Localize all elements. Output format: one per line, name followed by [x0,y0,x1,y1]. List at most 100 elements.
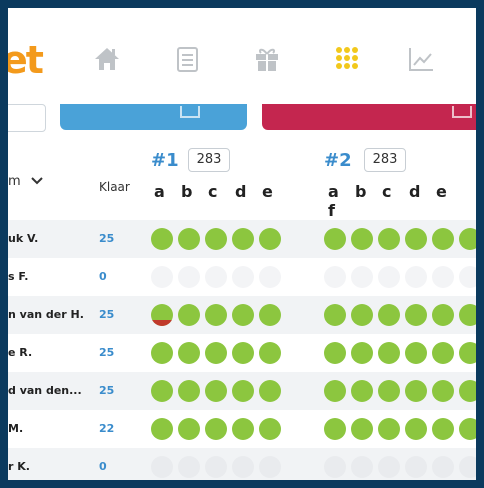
progress-dot[interactable] [459,380,476,402]
progress-dot[interactable] [259,418,281,440]
progress-dot[interactable] [178,418,200,440]
progress-dot[interactable] [205,266,227,288]
progress-dot[interactable] [405,342,427,364]
progress-dot[interactable] [432,380,454,402]
progress-dot[interactable] [259,228,281,250]
progress-dot[interactable] [432,228,454,250]
progress-dot[interactable] [432,418,454,440]
progress-dot[interactable] [151,266,173,288]
progress-dot[interactable] [232,456,254,478]
progress-dot[interactable] [324,418,346,440]
progress-dot[interactable] [151,456,173,478]
progress-dot[interactable] [324,304,346,326]
progress-dot[interactable] [324,380,346,402]
progress-dot[interactable] [324,266,346,288]
table-row[interactable]: n van der H. 25 [8,296,476,334]
progress-dot[interactable] [232,342,254,364]
progress-dot[interactable] [459,228,476,250]
progress-dot[interactable] [432,342,454,364]
progress-dot[interactable] [151,418,173,440]
group-2-letters: a b c d e f [328,182,476,220]
progress-dot[interactable] [378,304,400,326]
progress-dot[interactable] [378,266,400,288]
progress-dot[interactable] [232,266,254,288]
progress-dot[interactable] [178,266,200,288]
progress-dot[interactable] [151,304,173,326]
progress-dot[interactable] [151,228,173,250]
progress-dot[interactable] [232,304,254,326]
progress-dot[interactable] [405,228,427,250]
progress-dot[interactable] [351,418,373,440]
list-icon[interactable] [172,44,202,74]
progress-dot[interactable] [351,380,373,402]
progress-dot[interactable] [351,456,373,478]
home-icon[interactable] [92,44,122,74]
progress-dot[interactable] [259,380,281,402]
progress-dot[interactable] [405,456,427,478]
progress-dot[interactable] [178,304,200,326]
progress-dot[interactable] [351,266,373,288]
progress-dot[interactable] [205,342,227,364]
white-action-button[interactable] [8,104,46,132]
progress-dot[interactable] [232,380,254,402]
progress-dot[interactable] [259,342,281,364]
progress-dot[interactable] [324,342,346,364]
progress-dot[interactable] [405,266,427,288]
lesson-letter: a [328,182,339,201]
progress-dot[interactable] [259,266,281,288]
progress-dot[interactable] [459,418,476,440]
progress-dot[interactable] [151,380,173,402]
progress-dot[interactable] [151,342,173,364]
progress-dot[interactable] [205,418,227,440]
progress-dot[interactable] [232,228,254,250]
gift-icon[interactable] [252,44,282,74]
progress-dot[interactable] [351,228,373,250]
progress-dot[interactable] [405,304,427,326]
table-row[interactable]: M. 22 [8,410,476,448]
red-action-button[interactable] [262,104,476,130]
progress-dot[interactable] [205,380,227,402]
progress-dot[interactable] [378,228,400,250]
blue-action-button[interactable] [60,104,247,130]
progress-dot[interactable] [378,342,400,364]
table-row[interactable]: d van den... 25 [8,372,476,410]
progress-dot[interactable] [259,456,281,478]
group-2-title: #2 [324,150,352,171]
group-2-score[interactable]: 283 [364,148,406,172]
progress-dot[interactable] [178,456,200,478]
table-row[interactable]: r K. 0 [8,448,476,480]
progress-dot[interactable] [459,456,476,478]
table-row[interactable]: uk V. 25 [8,220,476,258]
grid-icon[interactable] [332,44,362,74]
progress-dot[interactable] [205,456,227,478]
progress-dot[interactable] [205,304,227,326]
progress-dot[interactable] [351,304,373,326]
chart-icon[interactable] [406,44,436,74]
progress-dot[interactable] [205,228,227,250]
progress-dot[interactable] [405,380,427,402]
progress-dot[interactable] [378,380,400,402]
progress-dot[interactable] [378,456,400,478]
progress-dot[interactable] [178,228,200,250]
progress-dot[interactable] [324,456,346,478]
progress-dot[interactable] [432,304,454,326]
progress-dot[interactable] [351,342,373,364]
progress-dot[interactable] [178,380,200,402]
table-row[interactable]: s F. 0 [8,258,476,296]
group-1-score[interactable]: 283 [188,148,230,172]
progress-dot[interactable] [178,342,200,364]
progress-dot[interactable] [378,418,400,440]
progress-dot[interactable] [432,456,454,478]
progress-dot[interactable] [259,304,281,326]
name-column-header[interactable]: m [8,174,43,189]
progress-dot[interactable] [459,342,476,364]
progress-dot[interactable] [459,304,476,326]
student-name: n van der H. [8,308,84,321]
progress-dot[interactable] [432,266,454,288]
table-row[interactable]: e R. 25 [8,334,476,372]
progress-dot[interactable] [405,418,427,440]
progress-dot[interactable] [232,418,254,440]
progress-dot[interactable] [459,266,476,288]
klaar-column-header: Klaar [99,180,130,194]
progress-dot[interactable] [324,228,346,250]
